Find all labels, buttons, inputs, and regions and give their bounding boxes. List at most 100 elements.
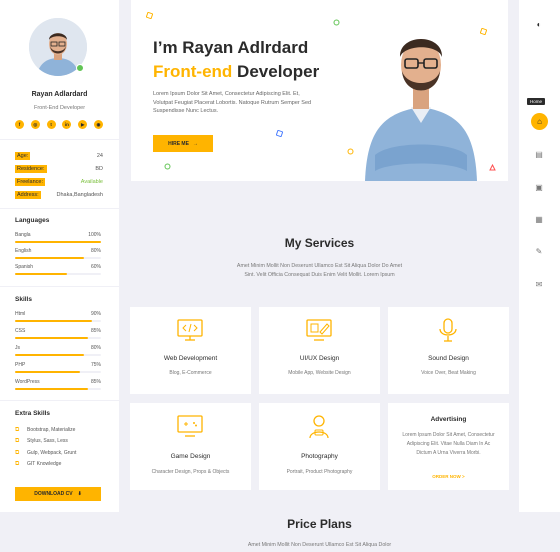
right-nav-rail: ◐ Home ⌂ ▤ ▣ ▦ ✎ ✉ [519, 0, 560, 512]
profile-role: Front-End Developer [33, 105, 86, 111]
decorative-square-icon [480, 28, 487, 35]
skill-value: 85% [90, 328, 101, 334]
languages-title: Languages [15, 217, 50, 224]
skill-label: Html [15, 311, 26, 317]
language-label: English [15, 248, 32, 254]
theme-toggle-icon[interactable]: ◐ [532, 17, 546, 31]
personal-info: Age: 24 Residence: BD Freelance: Availab… [15, 149, 103, 201]
service-card-advertising[interactable]: Advertising Lorem Ipsum Dolor Sit Amet, … [388, 403, 509, 490]
dribbble-icon[interactable]: ◉ [93, 120, 103, 129]
language-value: 80% [90, 248, 101, 254]
hero-accent-text: Front-end [153, 62, 233, 81]
extra-skills-list: ⧉ Bootstrap, Materialize ⧉ Stylus, Sass, L… [15, 424, 76, 470]
decorative-circle-icon [347, 148, 354, 155]
service-card-photography[interactable]: Photography Portrait, Product Photograph… [259, 403, 380, 490]
resume-icon[interactable]: ▤ [532, 147, 546, 161]
download-cv-label: DOWNLOAD CV [34, 491, 73, 497]
info-value: BD [95, 165, 103, 172]
language-label: Bangla [15, 232, 31, 238]
skill-labels: CSS 85% [15, 328, 101, 334]
service-card-title: Sound Design [428, 355, 469, 362]
service-card-title: Web Development [163, 355, 218, 362]
services-subtitle: Amet Minim Mollit Non Deserunt Ullamco E… [236, 263, 403, 278]
microphone-icon [439, 318, 457, 342]
skill-row: Js 80% [15, 345, 101, 356]
skill-fill [15, 320, 93, 322]
skill-labels: Html 90% [15, 311, 101, 317]
online-status-dot [76, 64, 84, 72]
instagram-icon[interactable]: ◎ [30, 120, 40, 129]
skills-title: Skills [15, 296, 32, 303]
profile-sidebar: Rayan Adlardard Front-End Developer f ◎ … [0, 0, 119, 512]
service-card-title: UI/UX Design [299, 355, 340, 362]
skill-fill [15, 354, 84, 356]
skill-value: 90% [90, 311, 101, 317]
skill-track [15, 320, 101, 322]
developer-photo [365, 39, 477, 181]
list-item: ⧉ Stylus, Sass, Less [15, 436, 76, 448]
skill-label: Js [15, 345, 20, 351]
language-labels: Bangla 100% [15, 232, 101, 238]
decorative-square-icon [146, 12, 153, 19]
service-card-game-design[interactable]: Game Design Character Design, Props & Ob… [130, 403, 251, 490]
check-icon: ⧉ [15, 426, 20, 433]
skill-label: PHP [15, 362, 26, 368]
skill-label: CSS [15, 328, 26, 334]
profile-icon[interactable]: ▣ [532, 180, 546, 194]
divider [0, 208, 119, 209]
linkedin-icon[interactable]: in [62, 120, 72, 129]
decorative-triangle-icon [489, 164, 496, 171]
youtube-icon[interactable]: ▶ [78, 120, 88, 129]
language-labels: Spanish 60% [15, 264, 101, 270]
service-card-subtitle: Blog, E-Commerce [169, 370, 212, 376]
info-row-residence: Residence: BD [15, 162, 103, 175]
skill-labels: Js 80% [15, 345, 101, 351]
skill-label: WordPress [15, 379, 40, 385]
divider [0, 286, 119, 287]
info-value: Dhaka,Bangladesh [56, 191, 103, 198]
extra-skill-label: Bootstrap, Materialize [27, 426, 76, 433]
skill-labels: WordPress 85% [15, 379, 101, 385]
service-card-description: Lorem Ipsum Dolor Sit Amet, Consectetur … [402, 432, 495, 456]
blog-icon[interactable]: ✎ [532, 244, 546, 258]
service-card-subtitle: Portrait, Product Photography [286, 469, 353, 475]
service-card-web-development[interactable]: Web Development Blog, E-Commerce [130, 307, 251, 394]
skill-track [15, 337, 101, 339]
divider [0, 139, 119, 140]
info-row-age: Age: 24 [15, 149, 103, 162]
decorative-circle-icon [164, 163, 171, 170]
info-key: Age: [15, 151, 31, 160]
skill-labels: PHP 75% [15, 362, 101, 368]
hire-me-button[interactable]: HIRE ME → [153, 135, 213, 152]
skill-track [15, 354, 101, 356]
download-cv-button[interactable]: DOWNLOAD CV ⬇ [15, 487, 101, 501]
home-icon[interactable]: ⌂ [531, 113, 548, 130]
hero-section: I’m Rayan Adlrdard Front-end Developer L… [131, 0, 508, 181]
language-value: 60% [90, 264, 101, 270]
portfolio-icon[interactable]: ▦ [532, 212, 546, 226]
hero-subheading: Front-end Developer [153, 61, 319, 82]
twitter-icon[interactable]: t [46, 120, 56, 129]
info-key: Residence: [15, 164, 47, 173]
service-card-sound-design[interactable]: Sound Design Voice Over, Beat Making [388, 307, 509, 394]
extra-skill-label: Stylus, Sass, Less [27, 438, 68, 445]
language-track [15, 273, 101, 275]
extra-skill-label: Gulp, Webpack, Grunt [27, 449, 77, 456]
info-row-freelance: Freelance: Available [15, 175, 103, 188]
service-card-ui-ux-design[interactable]: UI/UX Design Mobile App, Website Design [259, 307, 380, 394]
profile-name: Rayan Adlardard [31, 91, 88, 98]
service-card-subtitle: Voice Over, Beat Making [421, 370, 476, 376]
facebook-icon[interactable]: f [15, 120, 24, 129]
skill-value: 75% [90, 362, 101, 368]
hero-paragraph: Lorem Ipsum Dolor Sit Amet, Consectetur … [153, 91, 312, 114]
arrow-right-icon: → [192, 140, 198, 147]
contact-icon[interactable]: ✉ [532, 277, 546, 291]
decorative-circle-icon [333, 19, 340, 26]
services-title: My Services [284, 236, 355, 250]
price-plans-title: Price Plans [287, 517, 352, 531]
check-icon: ⧉ [15, 449, 20, 456]
service-card-title: Game Design [170, 453, 211, 460]
social-links: f ◎ t in ▶ ◉ [15, 120, 103, 129]
order-now-link[interactable]: ORDER NOW > [388, 474, 509, 479]
skill-row: CSS 85% [15, 328, 101, 339]
